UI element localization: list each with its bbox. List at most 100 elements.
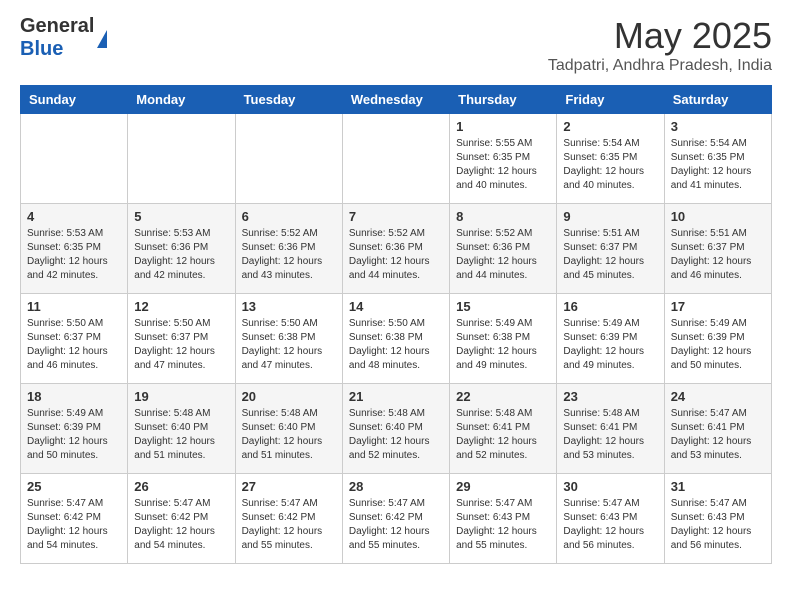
day-info: Sunrise: 5:50 AM Sunset: 6:38 PM Dayligh… <box>242 317 336 373</box>
day-number: 10 <box>671 209 765 224</box>
calendar-cell: 5 Sunrise: 5:53 AM Sunset: 6:36 PM Daylig… <box>128 204 235 294</box>
logo-triangle-icon <box>97 30 107 48</box>
day-info: Sunrise: 5:48 AM Sunset: 6:41 PM Dayligh… <box>456 407 550 463</box>
day-info: Sunrise: 5:48 AM Sunset: 6:40 PM Dayligh… <box>349 407 443 463</box>
day-info: Sunrise: 5:53 AM Sunset: 6:36 PM Dayligh… <box>134 227 228 283</box>
page: General Blue May 2025 Tadpatri, Andhra P… <box>0 0 792 579</box>
calendar-cell: 15Sunrise: 5:49 AM Sunset: 6:38 PM Dayli… <box>450 294 557 384</box>
calendar-week-row: 11 Sunrise: 5:50 AM Sunset: 6:37 PM Dayli… <box>21 294 772 384</box>
day-number: 24 <box>671 389 765 404</box>
day-number: 6 <box>242 209 336 224</box>
calendar-cell: 2 Sunrise: 5:54 AM Sunset: 6:35 PM Daylig… <box>557 114 664 204</box>
day-info: Sunrise: 5:54 AM Sunset: 6:35 PM Dayligh… <box>563 137 657 193</box>
calendar-cell <box>342 114 449 204</box>
calendar-cell: 8Sunrise: 5:52 AM Sunset: 6:36 PM Daylig… <box>450 204 557 294</box>
calendar-cell: 25 Sunrise: 5:47 AM Sunset: 6:42 PM Dayli… <box>21 474 128 564</box>
day-info: Sunrise: 5:50 AM Sunset: 6:37 PM Dayligh… <box>27 317 121 373</box>
day-number: 12 <box>134 299 228 314</box>
day-number: 31 <box>671 479 765 494</box>
calendar-cell <box>235 114 342 204</box>
day-number: 15 <box>456 299 550 314</box>
day-info: Sunrise: 5:49 AM Sunset: 6:39 PM Dayligh… <box>671 317 765 373</box>
month-year-title: May 2025 <box>548 15 772 57</box>
day-number: 5 <box>134 209 228 224</box>
title-section: May 2025 Tadpatri, Andhra Pradesh, India <box>548 15 772 75</box>
day-info: Sunrise: 5:47 AM Sunset: 6:42 PM Dayligh… <box>242 497 336 553</box>
col-saturday: Saturday <box>664 86 771 114</box>
calendar-cell: 17 Sunrise: 5:49 AM Sunset: 6:39 PM Dayli… <box>664 294 771 384</box>
calendar-cell: 23Sunrise: 5:48 AM Sunset: 6:41 PM Dayli… <box>557 384 664 474</box>
day-number: 28 <box>349 479 443 494</box>
calendar-cell: 13Sunrise: 5:50 AM Sunset: 6:38 PM Dayli… <box>235 294 342 384</box>
calendar-week-row: 1 Sunrise: 5:55 AM Sunset: 6:35 PM Daylig… <box>21 114 772 204</box>
calendar-cell: 3Sunrise: 5:54 AM Sunset: 6:35 PM Daylig… <box>664 114 771 204</box>
col-sunday: Sunday <box>21 86 128 114</box>
calendar-cell: 11 Sunrise: 5:50 AM Sunset: 6:37 PM Dayli… <box>21 294 128 384</box>
location-subtitle: Tadpatri, Andhra Pradesh, India <box>548 57 772 75</box>
day-number: 26 <box>134 479 228 494</box>
day-number: 18 <box>27 389 121 404</box>
calendar-cell: 26Sunrise: 5:47 AM Sunset: 6:42 PM Dayli… <box>128 474 235 564</box>
calendar-cell: 14 Sunrise: 5:50 AM Sunset: 6:38 PM Dayli… <box>342 294 449 384</box>
day-number: 2 <box>563 119 657 134</box>
day-info: Sunrise: 5:52 AM Sunset: 6:36 PM Dayligh… <box>349 227 443 283</box>
day-number: 27 <box>242 479 336 494</box>
calendar-cell: 21Sunrise: 5:48 AM Sunset: 6:40 PM Dayli… <box>342 384 449 474</box>
calendar-cell <box>128 114 235 204</box>
col-monday: Monday <box>128 86 235 114</box>
calendar-cell: 7 Sunrise: 5:52 AM Sunset: 6:36 PM Daylig… <box>342 204 449 294</box>
day-number: 17 <box>671 299 765 314</box>
day-number: 20 <box>242 389 336 404</box>
calendar-cell: 22 Sunrise: 5:48 AM Sunset: 6:41 PM Dayli… <box>450 384 557 474</box>
calendar-cell: 24 Sunrise: 5:47 AM Sunset: 6:41 PM Dayli… <box>664 384 771 474</box>
day-info: Sunrise: 5:47 AM Sunset: 6:42 PM Dayligh… <box>349 497 443 553</box>
day-number: 25 <box>27 479 121 494</box>
day-info: Sunrise: 5:52 AM Sunset: 6:36 PM Dayligh… <box>242 227 336 283</box>
logo: General Blue <box>20 15 107 61</box>
day-number: 1 <box>456 119 550 134</box>
day-info: Sunrise: 5:51 AM Sunset: 6:37 PM Dayligh… <box>671 227 765 283</box>
day-number: 4 <box>27 209 121 224</box>
day-info: Sunrise: 5:49 AM Sunset: 6:39 PM Dayligh… <box>563 317 657 373</box>
day-info: Sunrise: 5:51 AM Sunset: 6:37 PM Dayligh… <box>563 227 657 283</box>
col-wednesday: Wednesday <box>342 86 449 114</box>
day-number: 16 <box>563 299 657 314</box>
day-info: Sunrise: 5:47 AM Sunset: 6:41 PM Dayligh… <box>671 407 765 463</box>
calendar-cell: 18 Sunrise: 5:49 AM Sunset: 6:39 PM Dayli… <box>21 384 128 474</box>
day-number: 11 <box>27 299 121 314</box>
calendar-cell: 29Sunrise: 5:47 AM Sunset: 6:43 PM Dayli… <box>450 474 557 564</box>
day-number: 8 <box>456 209 550 224</box>
calendar-cell: 4 Sunrise: 5:53 AM Sunset: 6:35 PM Daylig… <box>21 204 128 294</box>
calendar-cell: 12 Sunrise: 5:50 AM Sunset: 6:37 PM Dayli… <box>128 294 235 384</box>
logo-general: General <box>20 15 94 38</box>
calendar-cell <box>21 114 128 204</box>
day-info: Sunrise: 5:53 AM Sunset: 6:35 PM Dayligh… <box>27 227 121 283</box>
day-info: Sunrise: 5:47 AM Sunset: 6:42 PM Dayligh… <box>27 497 121 553</box>
day-number: 7 <box>349 209 443 224</box>
day-info: Sunrise: 5:48 AM Sunset: 6:41 PM Dayligh… <box>563 407 657 463</box>
col-thursday: Thursday <box>450 86 557 114</box>
day-info: Sunrise: 5:47 AM Sunset: 6:43 PM Dayligh… <box>671 497 765 553</box>
day-info: Sunrise: 5:47 AM Sunset: 6:43 PM Dayligh… <box>456 497 550 553</box>
day-info: Sunrise: 5:48 AM Sunset: 6:40 PM Dayligh… <box>242 407 336 463</box>
day-info: Sunrise: 5:50 AM Sunset: 6:37 PM Dayligh… <box>134 317 228 373</box>
day-info: Sunrise: 5:50 AM Sunset: 6:38 PM Dayligh… <box>349 317 443 373</box>
day-number: 14 <box>349 299 443 314</box>
header: General Blue May 2025 Tadpatri, Andhra P… <box>20 15 772 75</box>
calendar-cell: 27 Sunrise: 5:47 AM Sunset: 6:42 PM Dayli… <box>235 474 342 564</box>
calendar-cell: 16 Sunrise: 5:49 AM Sunset: 6:39 PM Dayli… <box>557 294 664 384</box>
calendar-cell: 30 Sunrise: 5:47 AM Sunset: 6:43 PM Dayli… <box>557 474 664 564</box>
day-info: Sunrise: 5:49 AM Sunset: 6:39 PM Dayligh… <box>27 407 121 463</box>
calendar-week-row: 4 Sunrise: 5:53 AM Sunset: 6:35 PM Daylig… <box>21 204 772 294</box>
calendar-cell: 1 Sunrise: 5:55 AM Sunset: 6:35 PM Daylig… <box>450 114 557 204</box>
calendar-week-row: 25 Sunrise: 5:47 AM Sunset: 6:42 PM Dayli… <box>21 474 772 564</box>
logo-blue: Blue <box>20 38 94 61</box>
day-number: 22 <box>456 389 550 404</box>
calendar-cell: 19Sunrise: 5:48 AM Sunset: 6:40 PM Dayli… <box>128 384 235 474</box>
day-number: 30 <box>563 479 657 494</box>
day-info: Sunrise: 5:47 AM Sunset: 6:43 PM Dayligh… <box>563 497 657 553</box>
calendar-cell: 28 Sunrise: 5:47 AM Sunset: 6:42 PM Dayli… <box>342 474 449 564</box>
day-info: Sunrise: 5:48 AM Sunset: 6:40 PM Dayligh… <box>134 407 228 463</box>
day-info: Sunrise: 5:55 AM Sunset: 6:35 PM Dayligh… <box>456 137 550 193</box>
calendar-cell: 10 Sunrise: 5:51 AM Sunset: 6:37 PM Dayli… <box>664 204 771 294</box>
